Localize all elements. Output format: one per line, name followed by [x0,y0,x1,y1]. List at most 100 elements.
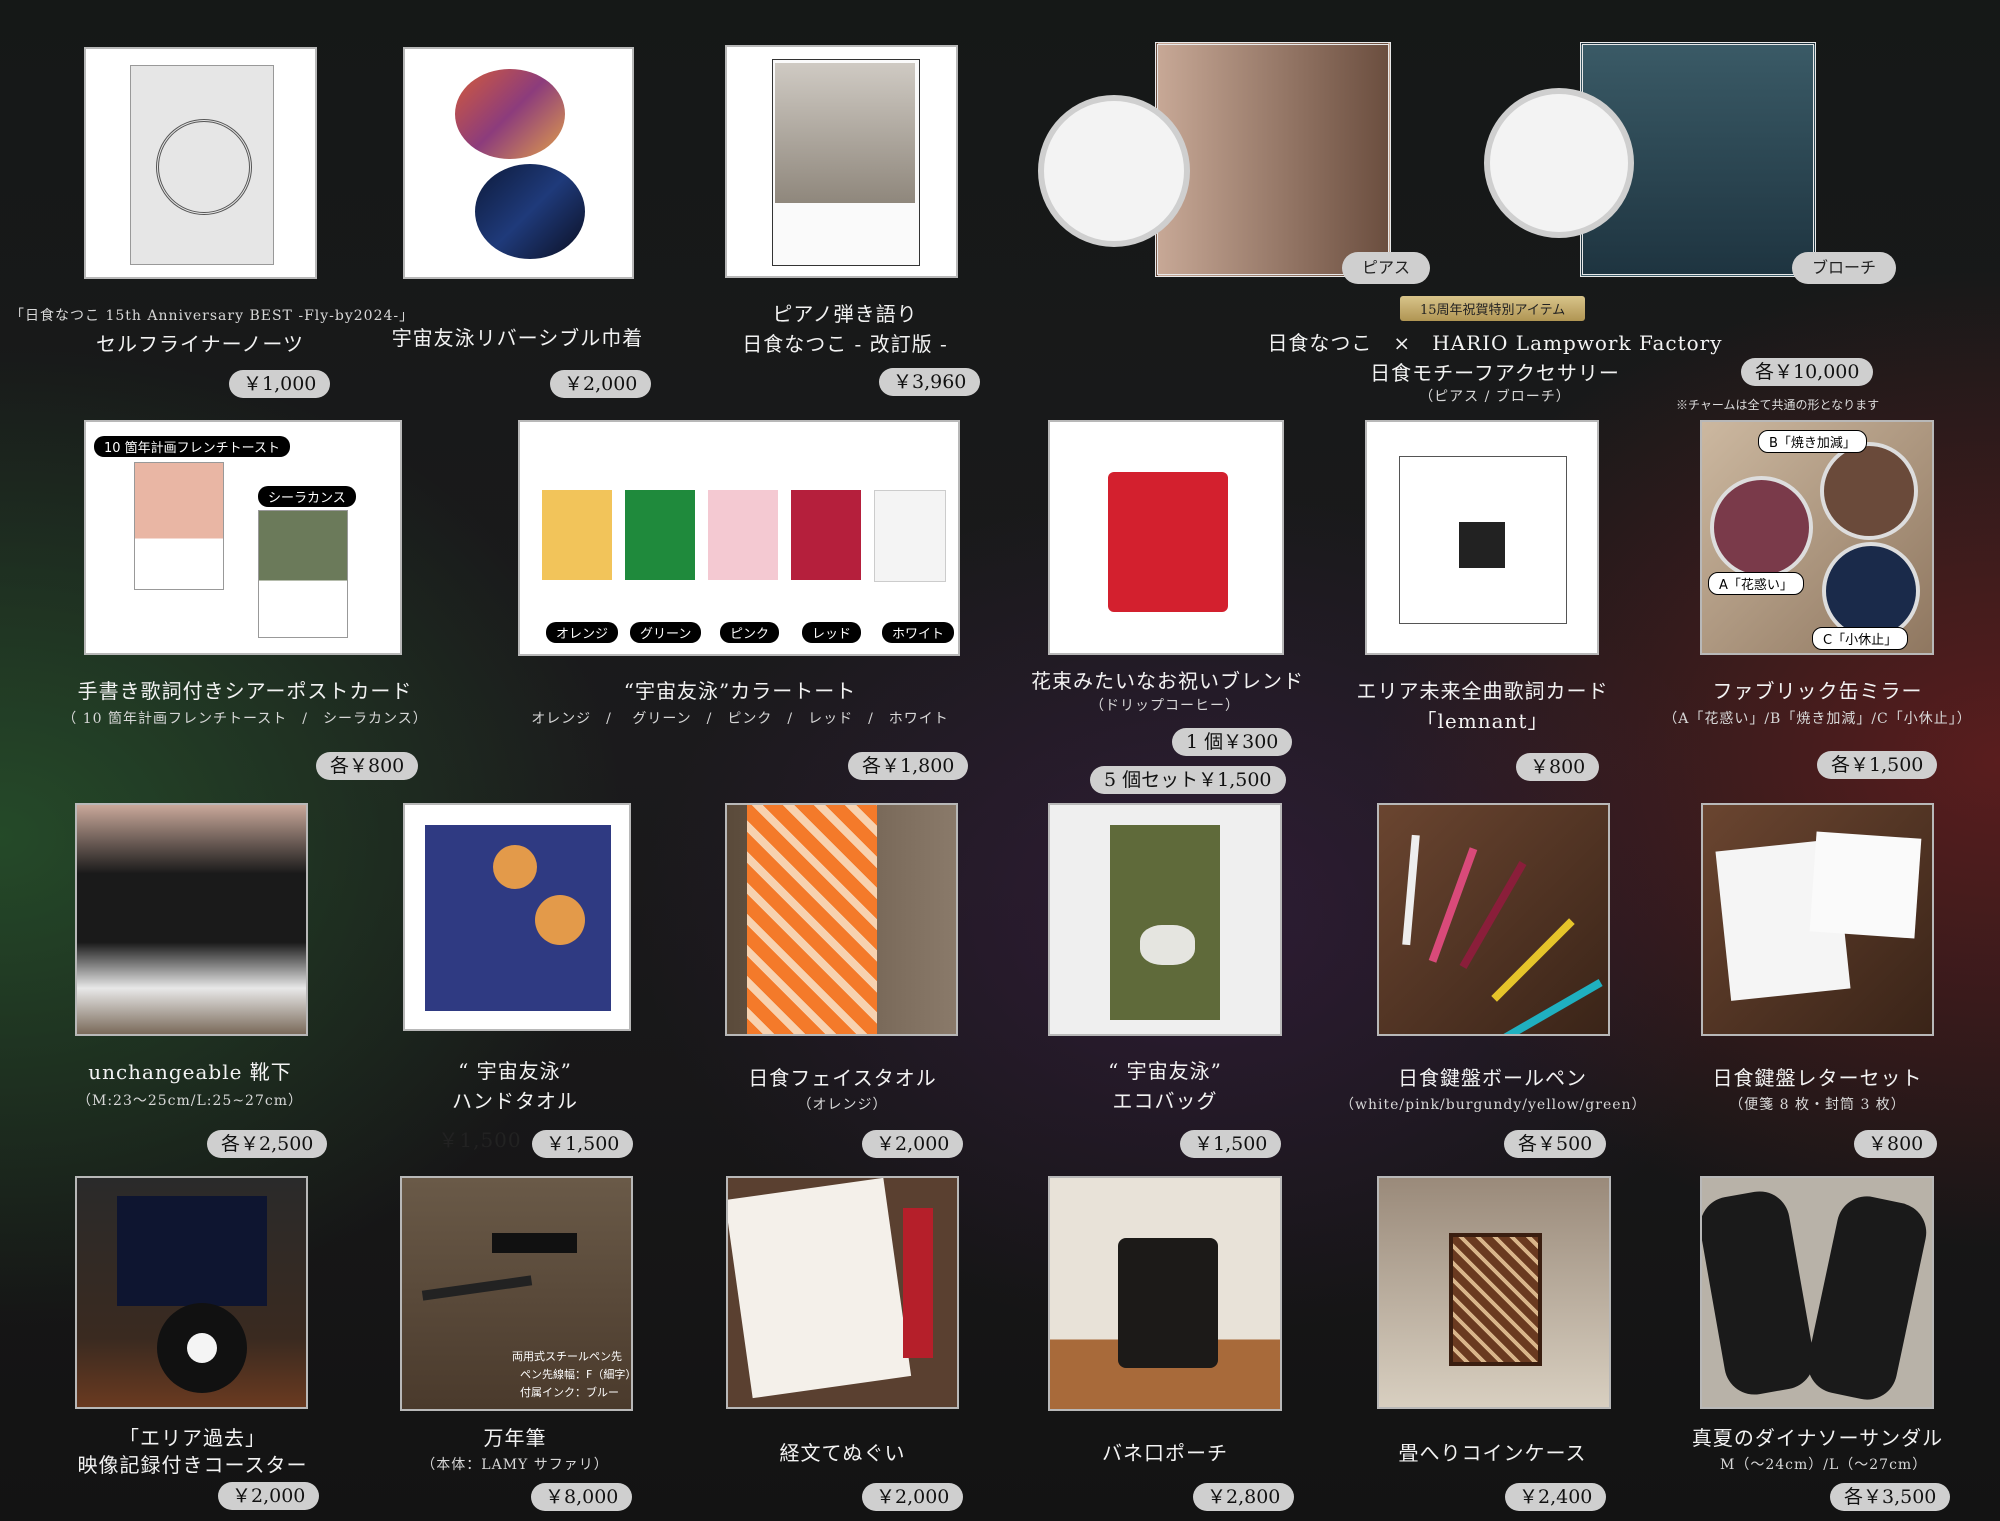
facetowel-price: ￥2,000 [862,1130,964,1158]
ecobag-name2: エコバッグ [1112,1089,1218,1113]
selfliner-name2: セルフライナーノーツ [96,332,304,356]
brooch-circle [1484,88,1634,238]
fountain-spec2: ペン先線幅：F（細字） [520,1368,633,1381]
ecobag-image[interactable] [1048,803,1282,1036]
ecobag-name1: “ 宇宙友泳” [1108,1059,1222,1083]
pierce-label: ピアス [1342,252,1431,284]
coaster-name2: 映像記録付きコースター [77,1453,308,1477]
tote-image[interactable]: オレンジ グリーン ピンク レッド ホワイト [518,420,960,656]
letter-name1: 日食鍵盤レターセット [1712,1066,1923,1090]
letter-image[interactable] [1701,803,1934,1036]
accessory-name1: 日食なつこ × HARIO Lampwork Factory [1267,331,1723,355]
anniversary-ribbon: 15周年祝賀特別アイテム [1400,296,1586,321]
fountain-spec3: 付属インク：ブルー [520,1386,619,1399]
tote-tag-white: ホワイト [882,622,955,643]
tote-price: 各￥1,800 [848,752,969,780]
tote-name2: オレンジ / グリーン / ピンク / レッド / ホワイト [531,711,949,727]
postcard-tag1: 10 箇年計画フレンチトースト [94,436,291,457]
brooch-label: ブローチ [1792,252,1897,284]
letter-price: ￥800 [1854,1130,1938,1158]
pouch-name: バネ口ポーチ [1102,1441,1228,1465]
lyriccard-price: ￥800 [1516,753,1600,781]
selfliner-price: ￥1,000 [229,370,331,398]
postcard-price: 各￥800 [316,752,419,780]
coincase-image[interactable] [1377,1176,1611,1409]
postcard-image[interactable]: 10 箇年計画フレンチトースト シーラカンス [84,420,402,655]
blend-name1: 花束みたいなお祝いブレンド [1031,669,1304,693]
postcard-tag2: シーラカンス [258,486,356,507]
facetowel-image[interactable] [725,803,958,1036]
kinchaku-name: 宇宙友泳リバーシブル巾着 [391,326,644,350]
mirror-price: 各￥1,500 [1817,751,1938,779]
handtowel-ghost-price: ￥1,500 [438,1128,522,1152]
tote-tag-green: グリーン [630,622,702,643]
kinchaku-image[interactable] [403,47,634,279]
pen-name2: （white/pink/burgundy/yellow/green） [1340,1097,1647,1113]
handtowel-name1: “ 宇宙友泳” [458,1059,572,1083]
piano-price: ￥3,960 [879,368,981,396]
piano-book-image[interactable] [725,45,958,278]
tenugui-name: 経文てぬぐい [779,1441,906,1465]
accessory-note: ※チャームは全て共通の形となります [1676,398,1880,412]
blend-image[interactable] [1048,420,1284,655]
fountain-name2: （本体：LAMY サファリ） [421,1457,609,1473]
tenugui-price: ￥2,000 [862,1483,964,1511]
coaster-image[interactable] [75,1176,308,1409]
selfliner-name1: 「日食なつこ 15th Anniversary BEST -Fly-by2024… [10,308,415,324]
mirror-tag-c: C「小休止」 [1812,627,1909,650]
sandal-price: 各￥3,500 [1830,1483,1951,1511]
tote-tag-orange: オレンジ [546,622,619,643]
handtowel-price: ￥1,500 [532,1130,634,1158]
mirror-tag-a: A「花惑い」 [1708,572,1804,595]
kinchaku-price: ￥2,000 [550,370,652,398]
fountain-spec1: 両用式スチールペン先 [512,1350,622,1363]
fountain-price: ￥8,000 [531,1483,633,1511]
pouch-price: ￥2,800 [1193,1483,1295,1511]
tote-tag-red: レッド [802,622,862,643]
blend-name2: （ドリップコーヒー） [1090,698,1240,714]
handtowel-name2: ハンドタオル [452,1089,578,1113]
mirror-tag-b: B「焼き加減」 [1758,430,1867,453]
blend-price2: 5 個セット￥1,500 [1090,766,1286,794]
piano-name1: ピアノ弾き語り [772,302,918,326]
pouch-image[interactable] [1048,1176,1282,1411]
postcard-name1: 手書き歌詞付きシアーポストカード [77,679,413,703]
sandal-image[interactable] [1700,1176,1934,1409]
mirror-name2: （A「花惑い」/B「焼き加減」/C「小休止」） [1663,711,1972,727]
facetowel-name1: 日食フェイスタオル [748,1066,937,1090]
pierce-circle [1038,95,1190,247]
fountain-image[interactable]: 両用式スチールペン先 ペン先線幅：F（細字） 付属インク：ブルー [400,1176,633,1411]
coaster-name1: 「エリア過去」 [119,1426,266,1450]
blend-price1: 1 個￥300 [1172,728,1293,756]
sandal-name1: 真夏のダイナソーサンダル [1691,1426,1944,1450]
accessory-name2: 日食モチーフアクセサリー [1370,361,1620,385]
coincase-price: ￥2,400 [1505,1483,1607,1511]
pen-name1: 日食鍵盤ボールペン [1398,1066,1587,1090]
accessory-price: 各￥10,000 [1741,358,1874,386]
tenugui-image[interactable] [726,1176,959,1409]
lyriccard-name1: エリア未来全曲歌詞カード [1356,679,1609,703]
socks-price: 各￥2,500 [207,1130,328,1158]
socks-image[interactable] [75,803,308,1036]
lyriccard-name2: 「lemnant」 [1416,709,1549,733]
socks-name2: （M:23～25cm/L:25~27cm） [76,1093,303,1109]
ecobag-price: ￥1,500 [1180,1130,1282,1158]
mirror-name1: ファブリック缶ミラー [1712,679,1923,703]
coaster-price: ￥2,000 [218,1482,320,1510]
handtowel-image[interactable] [403,803,631,1031]
letter-name2: （便箋 8 枚・封筒 3 枚） [1729,1097,1906,1113]
facetowel-name2: （オレンジ） [797,1097,888,1113]
pen-image[interactable] [1377,803,1610,1036]
lyriccard-image[interactable] [1365,420,1599,655]
socks-name1: unchangeable 靴下 [88,1060,292,1084]
mirror-image[interactable]: B「焼き加減」 A「花惑い」 C「小休止」 [1700,420,1934,655]
sandal-name2: M（～24cm）/L（～27cm） [1720,1457,1928,1473]
selfliner-image[interactable] [84,47,317,279]
tote-tag-pink: ピンク [720,622,780,643]
postcard-name2: （ 10 箇年計画フレンチトースト / シーラカンス） [62,711,428,727]
fountain-name1: 万年筆 [483,1426,547,1450]
pierce-image[interactable] [1155,42,1391,277]
accessory-name3: （ピアス / ブローチ） [1419,389,1571,405]
pen-price: 各￥500 [1504,1130,1607,1158]
tote-name1: “宇宙友泳”カラートート [623,679,857,703]
